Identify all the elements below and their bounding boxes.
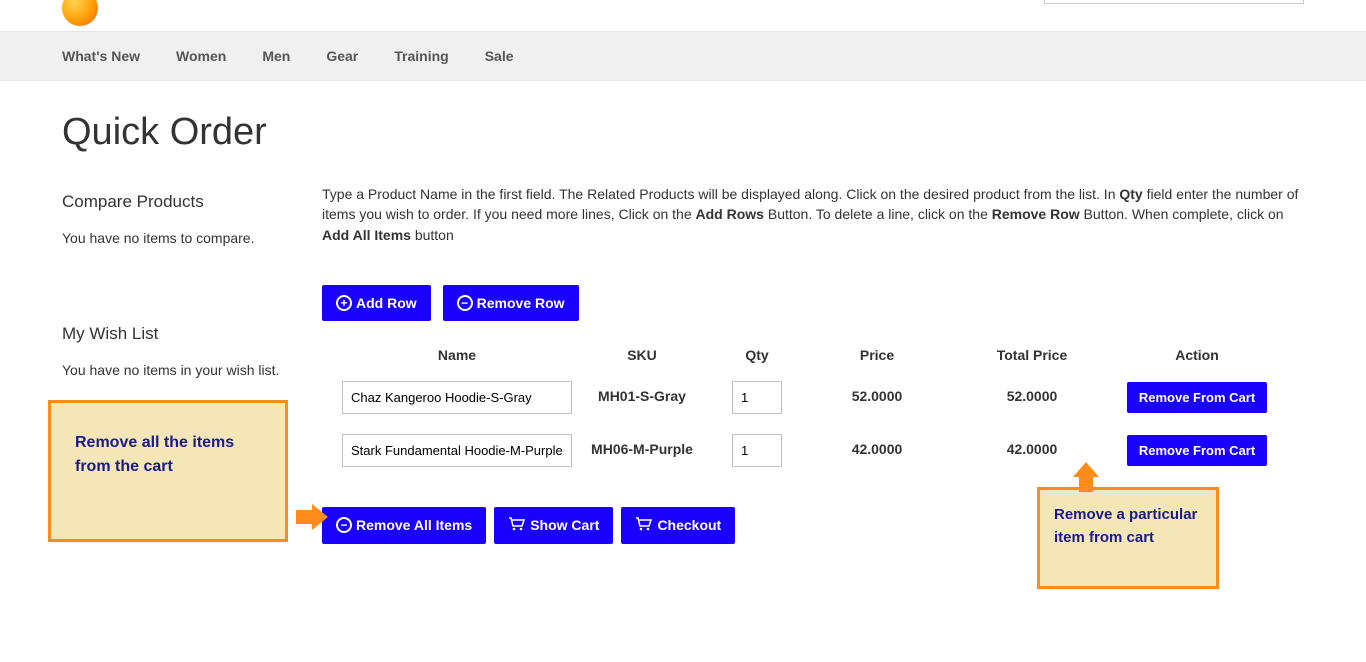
qty-input[interactable] — [732, 381, 782, 414]
th-price: Price — [802, 347, 952, 363]
nav-whats-new[interactable]: What's New — [62, 48, 140, 64]
wishlist-empty: You have no items in your wish list. — [62, 362, 302, 378]
remove-from-cart-button[interactable]: Remove From Cart — [1127, 382, 1267, 413]
product-name-input[interactable] — [342, 434, 572, 467]
callout-remove-item: Remove a particular item from cart — [1037, 487, 1219, 589]
total-price-text: 52.0000 — [1007, 388, 1058, 404]
total-price-text: 42.0000 — [1007, 441, 1058, 457]
main-nav: What's New Women Men Gear Training Sale — [0, 31, 1366, 81]
checkout-button[interactable]: Checkout — [621, 507, 735, 544]
cart-icon — [635, 517, 653, 534]
page-title: Quick Order — [0, 81, 1366, 154]
arrow-up-icon — [1073, 462, 1099, 492]
price-text: 52.0000 — [852, 388, 903, 404]
compare-products-heading: Compare Products — [62, 192, 302, 212]
th-name: Name — [322, 347, 572, 363]
remove-from-cart-button[interactable]: Remove From Cart — [1127, 435, 1267, 466]
search-box[interactable] — [1044, 0, 1304, 4]
th-total-price: Total Price — [952, 347, 1112, 363]
nav-women[interactable]: Women — [176, 48, 226, 64]
minus-icon: − — [336, 517, 352, 533]
qty-input[interactable] — [732, 434, 782, 467]
wishlist-heading: My Wish List — [62, 324, 302, 344]
minus-icon: − — [457, 295, 473, 311]
arrow-right-icon — [296, 504, 328, 530]
add-row-button[interactable]: + Add Row — [322, 285, 431, 321]
nav-training[interactable]: Training — [394, 48, 448, 64]
product-name-input[interactable] — [342, 381, 572, 414]
remove-all-items-button[interactable]: − Remove All Items — [322, 507, 486, 544]
nav-men[interactable]: Men — [262, 48, 290, 64]
table-row: MH06-M-Purple 42.0000 42.0000 Remove Fro… — [322, 424, 1304, 477]
callout-remove-all: Remove all the items from the cart — [48, 400, 288, 542]
remove-row-button[interactable]: − Remove Row — [443, 285, 579, 321]
logo[interactable] — [62, 0, 98, 26]
sku-text: MH01-S-Gray — [598, 388, 686, 404]
instructions-text: Type a Product Name in the first field. … — [322, 184, 1304, 245]
sku-text: MH06-M-Purple — [591, 441, 693, 457]
order-table: Name SKU Qty Price Total Price Action MH… — [322, 339, 1304, 477]
table-row: MH01-S-Gray 52.0000 52.0000 Remove From … — [322, 371, 1304, 424]
cart-icon — [508, 517, 526, 534]
price-text: 42.0000 — [852, 441, 903, 457]
nav-sale[interactable]: Sale — [485, 48, 514, 64]
nav-gear[interactable]: Gear — [326, 48, 358, 64]
compare-products-empty: You have no items to compare. — [62, 230, 302, 246]
th-qty: Qty — [712, 347, 802, 363]
th-action: Action — [1112, 347, 1282, 363]
plus-icon: + — [336, 295, 352, 311]
show-cart-button[interactable]: Show Cart — [494, 507, 613, 544]
th-sku: SKU — [572, 347, 712, 363]
